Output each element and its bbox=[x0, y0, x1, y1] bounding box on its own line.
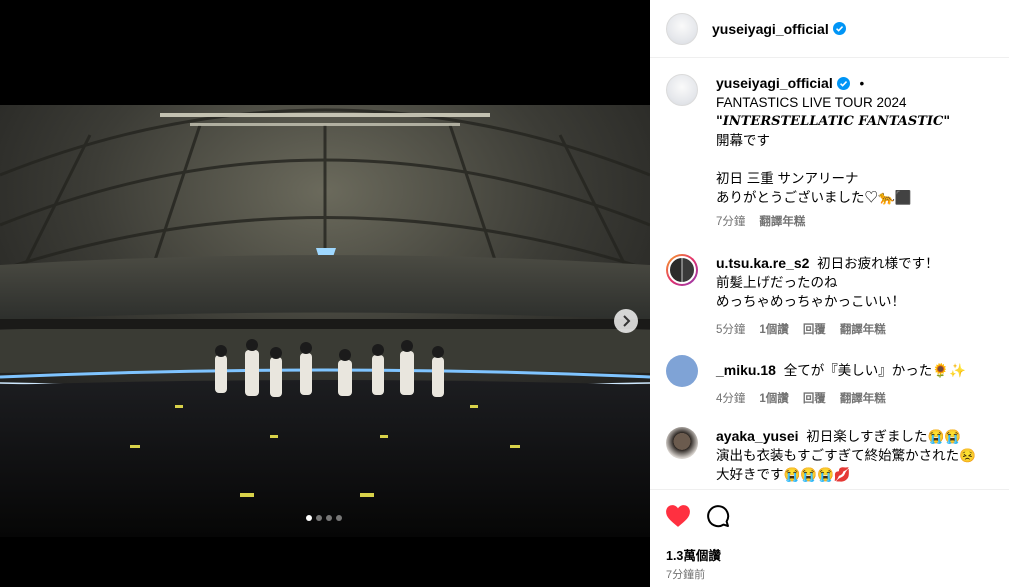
heart-icon[interactable] bbox=[665, 504, 691, 528]
reply-button[interactable]: 回覆 bbox=[803, 390, 826, 406]
verified-badge-icon bbox=[832, 22, 846, 35]
carousel-dot bbox=[326, 515, 332, 521]
caption-line: 開幕です bbox=[716, 133, 770, 148]
concert-photo bbox=[0, 105, 650, 537]
like-count[interactable]: 1.3萬個讚 bbox=[666, 545, 721, 564]
comment-avatar[interactable] bbox=[666, 254, 698, 286]
carousel-dot bbox=[316, 515, 322, 521]
comment-text: 初日楽しすぎました😭😭 bbox=[806, 429, 962, 444]
comment-text: 前髪上げだったのね bbox=[716, 275, 838, 290]
post-actions: 1.3萬個讚 7分鐘前 bbox=[650, 489, 1009, 587]
caption-line bbox=[716, 150, 950, 169]
translate-button[interactable]: 翻譯年糕 bbox=[840, 321, 886, 337]
author-avatar[interactable] bbox=[666, 12, 698, 45]
comment-avatar[interactable] bbox=[666, 427, 698, 459]
post-time[interactable]: 7分鐘前 bbox=[666, 566, 705, 582]
concert-photo-image bbox=[0, 105, 650, 537]
caption-line: "INTERSTELLATIC FANTASTIC" bbox=[716, 114, 951, 129]
comment-item: ayaka_yusei 初日楽しすぎました😭😭 演出も衣装もすごすぎて終始驚かさ… bbox=[650, 427, 990, 484]
translate-button[interactable]: 翻譯年糕 bbox=[759, 213, 805, 229]
carousel-dot bbox=[336, 515, 342, 521]
comment-icon[interactable] bbox=[706, 504, 730, 528]
comment-text: 初日お疲れ様です！ bbox=[817, 256, 939, 271]
comment-likes[interactable]: 1個讚 bbox=[759, 390, 788, 406]
comment-text: めっちゃめっちゃかっこいい！ bbox=[716, 294, 905, 309]
comment-username[interactable]: u.tsu.ka.re_s2 bbox=[716, 255, 809, 271]
caption-line: ありがとうございました♡🐆⬛ bbox=[716, 190, 912, 205]
post-header: yuseiyagi_official bbox=[650, 0, 1009, 58]
next-slide-button[interactable] bbox=[614, 309, 638, 333]
translate-button[interactable]: 翻譯年糕 bbox=[840, 390, 886, 406]
carousel-dots bbox=[306, 515, 342, 521]
carousel-dot bbox=[306, 515, 312, 521]
comment-time[interactable]: 5分鐘 bbox=[716, 321, 745, 337]
verified-badge-icon bbox=[836, 77, 850, 90]
comment-likes[interactable]: 1個讚 bbox=[759, 321, 788, 337]
caption-line: FANTASTICS LIVE TOUR 2024 bbox=[716, 95, 907, 110]
reply-button[interactable]: 回覆 bbox=[803, 321, 826, 337]
caption-avatar[interactable] bbox=[666, 74, 698, 106]
comment-username[interactable]: ayaka_yusei bbox=[716, 428, 799, 444]
next-chevron-icon bbox=[623, 315, 631, 327]
comment-item: _miku.18 全てが『美しい』かった🌻✨ 4分鐘 1個讚 回覆 翻譯年糕 bbox=[650, 355, 980, 406]
caption-line: 初日 三重 サンアリーナ bbox=[716, 171, 859, 186]
author-username[interactable]: yuseiyagi_official bbox=[712, 21, 829, 37]
post-caption: yuseiyagi_official • FANTASTICS LIVE TOU… bbox=[650, 74, 964, 229]
post-side-panel: yuseiyagi_official yuseiyagi_official • … bbox=[650, 0, 1009, 587]
comment-text: 演出も衣装もすごすぎて終始驚かされた😣 bbox=[716, 448, 976, 463]
comment-text: 大好きです😭😭😭💋 bbox=[716, 467, 851, 482]
caption-time[interactable]: 7分鐘 bbox=[716, 213, 745, 229]
comment-avatar[interactable] bbox=[666, 355, 698, 387]
comment-username[interactable]: _miku.18 bbox=[716, 362, 776, 378]
comment-time[interactable]: 4分鐘 bbox=[716, 390, 745, 406]
comments-list: yuseiyagi_official • FANTASTICS LIVE TOU… bbox=[650, 59, 1009, 489]
comment-text: 全てが『美しい』かった🌻✨ bbox=[783, 363, 966, 378]
post-media bbox=[0, 0, 650, 587]
caption-username[interactable]: yuseiyagi_official bbox=[716, 75, 833, 91]
separator-dot: • bbox=[859, 76, 865, 91]
comment-item: u.tsu.ka.re_s2 初日お疲れ様です！ 前髪上げだったのね めっちゃめ… bbox=[650, 254, 953, 337]
